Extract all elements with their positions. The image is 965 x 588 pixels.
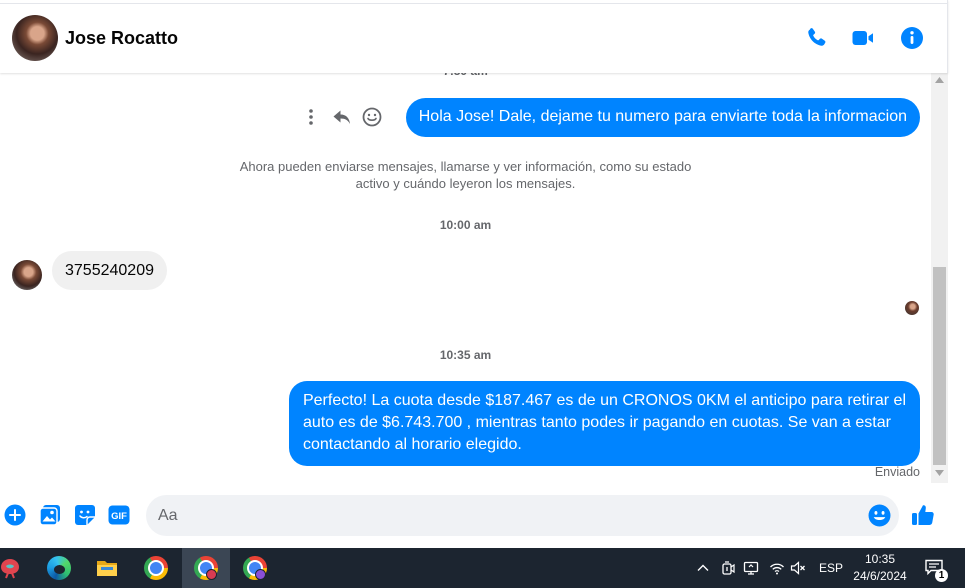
message-text: Hola Jose! Dale, dejame tu numero para e… bbox=[418, 108, 907, 125]
outgoing-message[interactable]: Perfecto! La cuota desde $187.467 es de … bbox=[288, 381, 920, 466]
info-icon[interactable] bbox=[900, 26, 924, 50]
header-divider bbox=[0, 3, 948, 4]
game-app-glyph-icon bbox=[1, 559, 19, 579]
timestamp: 10:35 am bbox=[439, 348, 492, 362]
image-icon[interactable] bbox=[39, 504, 61, 526]
add-icon[interactable] bbox=[4, 504, 26, 526]
gif-label: GIF bbox=[111, 511, 127, 522]
clock-date: 24/6/2024 bbox=[853, 569, 907, 583]
system-notice: Ahora pueden enviarse mensajes, llamarse… bbox=[0, 158, 931, 192]
message-text-line: Perfecto! La cuota desde $187.467 es de … bbox=[302, 392, 906, 409]
like-icon[interactable] bbox=[911, 503, 935, 527]
contact-avatar[interactable] bbox=[12, 15, 58, 61]
message-status: Enviado bbox=[874, 465, 920, 479]
file-explorer-icon[interactable] bbox=[83, 548, 131, 588]
wifi-icon[interactable] bbox=[769, 560, 785, 576]
gif-icon[interactable]: GIF bbox=[108, 504, 130, 526]
edge-glyph-icon bbox=[47, 556, 71, 580]
input-language[interactable]: ESP bbox=[819, 561, 843, 575]
display-icon[interactable] bbox=[743, 560, 759, 576]
game-app-icon[interactable] bbox=[0, 548, 34, 588]
chrome-profile-icon[interactable] bbox=[182, 548, 230, 588]
message-text: 3755240209 bbox=[65, 262, 154, 279]
chrome-profile-2-icon[interactable] bbox=[231, 548, 279, 588]
notification-count-badge: 1 bbox=[935, 569, 948, 582]
incoming-message[interactable]: 3755240209 bbox=[52, 251, 167, 290]
message-input[interactable]: Aa bbox=[146, 495, 899, 536]
messenger-window: Jose Rocatto 7:59 am Hola Jose! Dale, de… bbox=[0, 0, 965, 588]
message-text-line: contactando al horario elegido. bbox=[302, 436, 522, 453]
emoji-icon[interactable] bbox=[868, 504, 891, 527]
react-emoji-icon[interactable] bbox=[361, 106, 383, 128]
video-call-icon[interactable] bbox=[851, 26, 875, 50]
volume-muted-icon[interactable] bbox=[790, 560, 806, 576]
message-text-line: auto es de $6.743.700 , mientras tanto p… bbox=[302, 414, 891, 431]
timestamp: 10:00 am bbox=[439, 218, 492, 232]
chat-header: Jose Rocatto bbox=[0, 0, 948, 73]
system-clock[interactable]: 10:35 24/6/2024 bbox=[845, 551, 915, 585]
system-notice-line: activo y cuándo leyeron los mensajes. bbox=[355, 176, 576, 191]
scroll-up-arrow[interactable] bbox=[935, 77, 944, 83]
sticker-icon[interactable] bbox=[74, 504, 96, 526]
reply-icon[interactable] bbox=[331, 106, 353, 128]
clock-time: 10:35 bbox=[864, 552, 896, 566]
message-input-placeholder: Aa bbox=[158, 507, 178, 524]
edge-icon[interactable] bbox=[35, 548, 83, 588]
contact-name[interactable]: Jose Rocatto bbox=[65, 28, 178, 49]
system-notice-line: Ahora pueden enviarse mensajes, llamarse… bbox=[239, 159, 692, 174]
sender-avatar[interactable] bbox=[12, 260, 42, 290]
seen-indicator-avatar bbox=[905, 301, 919, 315]
folder-icon bbox=[97, 561, 117, 576]
profile-badge bbox=[255, 569, 266, 580]
chrome-glyph-icon bbox=[144, 556, 168, 580]
scroll-down-arrow[interactable] bbox=[935, 470, 944, 476]
phone-icon[interactable] bbox=[804, 26, 828, 50]
outgoing-message[interactable]: Hola Jose! Dale, dejame tu numero para e… bbox=[405, 98, 920, 137]
meet-now-icon[interactable] bbox=[720, 560, 736, 576]
more-options-icon[interactable] bbox=[300, 106, 322, 128]
profile-badge bbox=[206, 569, 217, 580]
chrome-icon[interactable] bbox=[132, 548, 180, 588]
scrollbar-thumb[interactable] bbox=[933, 267, 946, 465]
show-hidden-icons-chevron[interactable] bbox=[695, 560, 711, 576]
